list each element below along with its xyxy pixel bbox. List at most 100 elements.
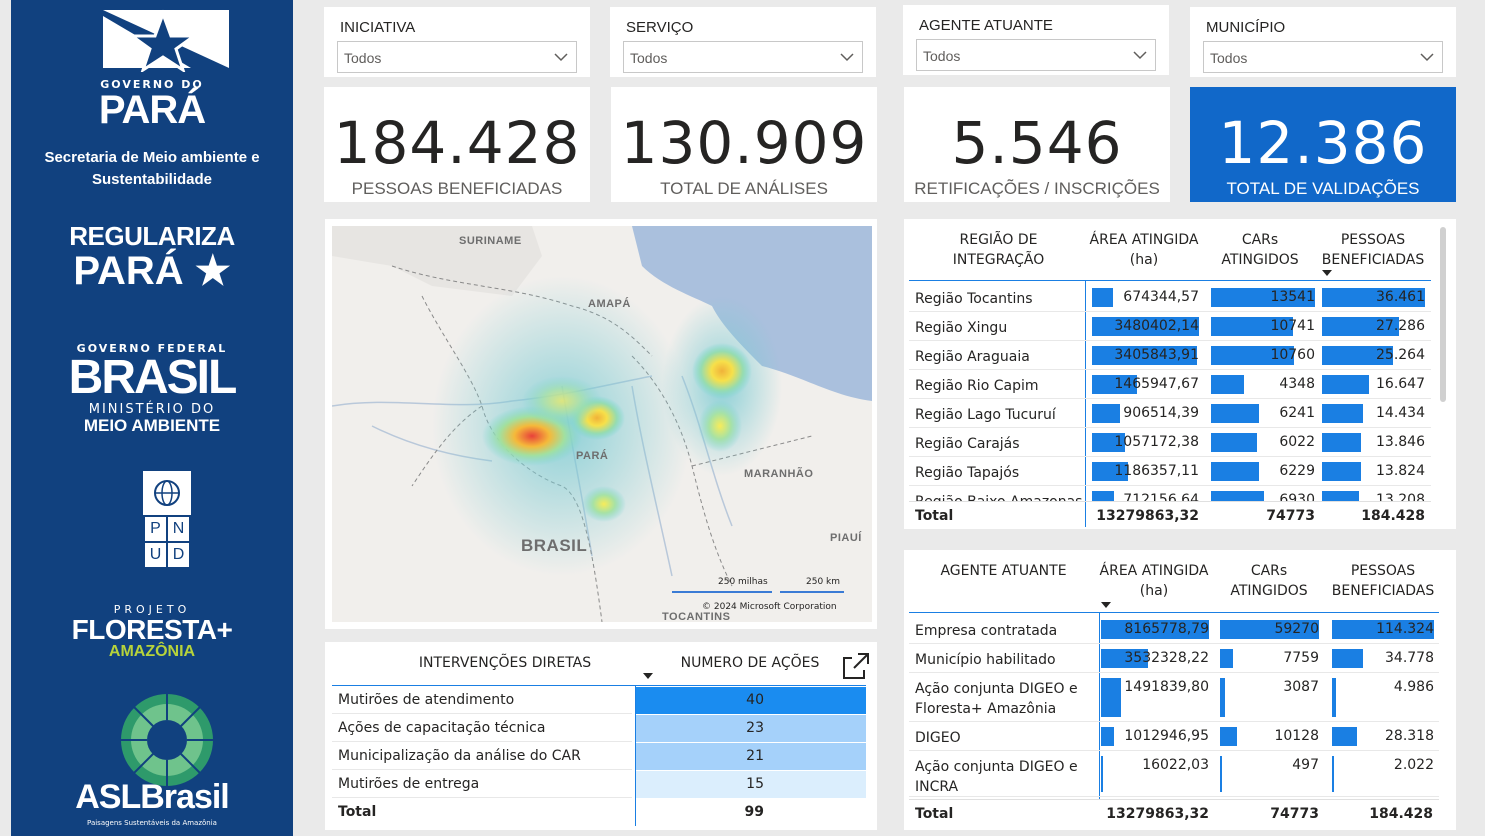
col-header-area[interactable]: ÁREA ATINGIDA (ha) [1099, 561, 1209, 601]
col-header-numero[interactable]: NUMERO DE AÇÕES [665, 653, 835, 673]
table-row[interactable]: Ação conjunta DIGEO e INCRA 16022,03 497 2.… [904, 751, 1444, 797]
kpi-retificacoes: 5.546 RETIFICAÇÕES / INSCRIÇÕES [904, 87, 1170, 202]
dropdown-value: Todos [344, 50, 382, 66]
cars-value: 3087 [1283, 679, 1319, 695]
header-underline [909, 612, 1439, 613]
area-value: 1465947,67 [1114, 376, 1199, 392]
filter-label: INICIATIVA [340, 19, 416, 36]
asl-brasil-text: ASLBrasil [75, 778, 230, 816]
sort-desc-icon [643, 673, 653, 679]
cars-value: 7759 [1283, 650, 1319, 666]
table-row[interactable]: Municipalização da análise do CAR 21 [332, 742, 866, 770]
table-row[interactable]: Região Tapajós 1186357,11 6229 13.824 [904, 457, 1434, 486]
kpi-label: PESSOAS BENEFICIADAS [351, 179, 563, 198]
pnud-logo: P N U D [143, 471, 191, 569]
table-row[interactable]: Região Tocantins 674344,57 13541 36.461 [904, 283, 1434, 312]
total-cars: 74773 [1270, 806, 1319, 822]
filter-label: AGENTE ATUANTE [919, 17, 1053, 34]
agents-name: DIGEO [915, 730, 961, 746]
table-row[interactable]: Região Carajás 1057172,38 6022 13.846 [904, 428, 1434, 457]
asl-circle-logo [121, 694, 213, 786]
col-header-agente[interactable]: AGENTE ATUANTE [926, 561, 1081, 581]
total-value: 99 [744, 804, 764, 820]
amazonia-text: AMAZÔNIA [108, 643, 196, 660]
table-row[interactable]: Ações de capacitação técnica 23 [332, 714, 866, 742]
cars-value: 497 [1292, 757, 1319, 773]
area-value: 674344,57 [1123, 289, 1199, 305]
regions-name: Região Rio Capim [915, 378, 1039, 394]
area-value: 1012946,95 [1124, 728, 1209, 744]
total-label: Total [338, 804, 377, 820]
regulariza-para-word: PARÁ [73, 249, 184, 293]
intervention-name: Ações de capacitação técnica [338, 720, 546, 736]
table-row[interactable]: Ação conjunta DIGEO e Floresta+ Amazônia… [904, 673, 1444, 722]
col-header-regiao[interactable]: REGIÃO DE INTEGRAÇÃO [926, 230, 1071, 270]
servico-dropdown[interactable]: Todos [623, 41, 863, 73]
intervention-value: 21 [746, 748, 764, 764]
table-row[interactable]: Mutirões de atendimento 40 [332, 686, 866, 714]
cars-value: 6930 [1279, 492, 1315, 501]
row-separator [332, 797, 632, 798]
map-label: BRASIL [521, 536, 588, 555]
pnud-letter-n: N [168, 517, 189, 541]
regions-name: Região Lago Tucuruí [915, 407, 1056, 423]
area-value: 712156,64 [1123, 492, 1199, 501]
col-header-cars[interactable]: CARs ATINGIDOS [1210, 230, 1310, 270]
expand-icon[interactable] [842, 652, 870, 680]
area-value: 1186357,11 [1114, 463, 1199, 479]
scale-miles: 250 milhas [718, 577, 768, 587]
kpi-label: RETIFICAÇÕES / INSCRIÇÕES [914, 179, 1160, 198]
regions-scroll-area[interactable]: Região Tocantins 674344,57 13541 36.461 Regi… [904, 281, 1434, 501]
agente-dropdown[interactable]: Todos [916, 39, 1156, 71]
filter-label: SERVIÇO [626, 19, 694, 36]
para-text: PARÁ [98, 88, 206, 132]
col-header-pessoas[interactable]: PESSOAS BENEFICIADAS [1318, 230, 1428, 270]
col-header-intervencoes[interactable]: INTERVENÇÕES DIRETAS [385, 653, 625, 673]
col-header-pessoas[interactable]: PESSOAS BENEFICIADAS [1328, 561, 1438, 601]
total-area: 13279863,32 [1096, 508, 1199, 524]
table-row[interactable]: DIGEO 1012946,95 10128 28.318 [904, 722, 1444, 751]
regulariza-para-text: PARÁ ★ [11, 248, 293, 294]
regions-name: Região Araguaia [915, 349, 1030, 365]
interventions-card: INTERVENÇÕES DIRETAS NUMERO DE AÇÕES Mut… [325, 642, 877, 830]
table-row[interactable]: Região Araguaia 3405843,91 10760 25.264 [904, 341, 1434, 370]
filter-municipio: MUNICÍPIO Todos [1190, 7, 1456, 77]
area-value: 906514,39 [1123, 405, 1199, 421]
map-label: AMAPÁ [588, 298, 631, 310]
regions-name: Região Tocantins [915, 291, 1033, 307]
map-label: PIAUÍ [830, 532, 862, 544]
heatmap[interactable]: SURINAME AMAPÁ PARÁ MARANHÃO BRASIL PIAU… [332, 226, 872, 622]
chevron-down-icon [840, 53, 854, 62]
table-row[interactable]: Região Lago Tucuruí 906514,39 6241 14.434 [904, 399, 1434, 428]
filter-label: MUNICÍPIO [1206, 19, 1286, 36]
chevron-down-icon [554, 53, 568, 62]
total-people: 184.428 [1361, 508, 1425, 524]
table-row[interactable]: Empresa contratada 8165778,79 59270 114.324 [904, 615, 1444, 644]
col-header-area[interactable]: ÁREA ATINGIDA (ha) [1089, 230, 1199, 270]
table-row[interactable]: Região Rio Capim 1465947,67 4348 16.647 [904, 370, 1434, 399]
table-row[interactable]: Região Xingu 3480402,14 10741 27.286 [904, 312, 1434, 341]
agents-name: Ação conjunta DIGEO e INCRA [915, 759, 1078, 795]
intervention-name: Mutirões de entrega [338, 776, 480, 792]
cars-value: 10128 [1274, 728, 1319, 744]
people-value: 114.324 [1376, 621, 1434, 637]
people-value: 34.778 [1385, 650, 1434, 666]
column-divider [635, 686, 636, 826]
kpi-validacoes: 12.386 TOTAL DE VALIDAÇÕES [1190, 87, 1456, 202]
filter-agente: AGENTE ATUANTE Todos [903, 5, 1169, 75]
table-row[interactable]: Município habilitado 3532328,22 7759 34.778 [904, 644, 1444, 673]
table-row[interactable]: Mutirões de entrega 15 [332, 770, 866, 798]
map-label: PARÁ [576, 450, 609, 462]
pnud-letter-p: P [145, 517, 166, 541]
chevron-down-icon [1420, 53, 1434, 62]
cars-value: 4348 [1279, 376, 1315, 392]
iniciativa-dropdown[interactable]: Todos [337, 41, 577, 73]
table-row[interactable]: Região Baixo Amazonas 712156,64 6930 13.208 [904, 486, 1434, 501]
col-header-cars[interactable]: CARs ATINGIDOS [1219, 561, 1319, 601]
people-value: 25.264 [1376, 347, 1425, 363]
sort-desc-icon [1322, 270, 1332, 276]
scrollbar[interactable] [1440, 227, 1446, 402]
secretaria-text: Secretaria de Meio ambiente e Sustentabi… [44, 149, 260, 188]
people-value: 14.434 [1376, 405, 1425, 421]
municipio-dropdown[interactable]: Todos [1203, 41, 1443, 73]
